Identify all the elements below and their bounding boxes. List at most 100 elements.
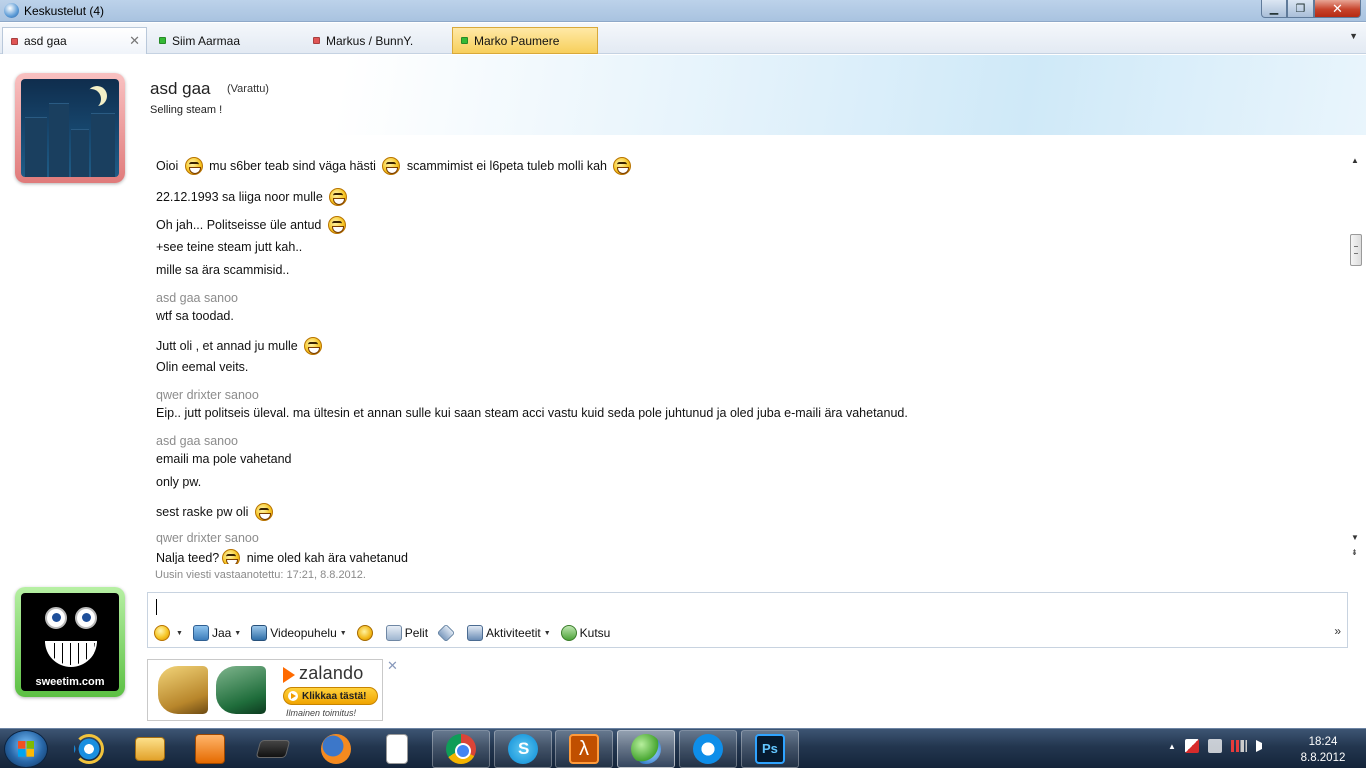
share-icon: [192, 625, 209, 641]
system-tray: ▲: [1168, 739, 1270, 753]
start-button[interactable]: [4, 730, 48, 768]
more-options-icon[interactable]: »: [1334, 624, 1341, 638]
text-caret: [156, 599, 157, 615]
taskbar-chrome-button[interactable]: [432, 730, 490, 768]
tab-asd-gaa[interactable]: asd gaa ✕: [2, 27, 147, 54]
taskbar-media-player-button[interactable]: [181, 730, 239, 768]
network-signal-icon[interactable]: [1230, 740, 1247, 752]
tab-siim-aarmaa[interactable]: Siim Aarmaa: [151, 27, 301, 54]
composer-toolbar: ▼ Jaa ▼ Videopuhelu ▼ Pelit Aktiviteetit ▼ Kutsu: [154, 623, 620, 643]
taskbar-half-life-button[interactable]: [555, 730, 613, 768]
message-text: qwer drixter sanoo: [156, 531, 259, 545]
close-ad-icon[interactable]: ✕: [387, 658, 398, 674]
folder-icon: [135, 737, 165, 761]
scroll-end-icon[interactable]: ⇟: [1351, 548, 1358, 557]
avatar-brand-text: sweetim.com: [35, 676, 105, 688]
scroll-down-arrow-icon[interactable]: ▼: [1351, 533, 1359, 542]
night-city-picture: [21, 79, 119, 177]
volume-icon[interactable]: [1255, 740, 1270, 752]
my-avatar[interactable]: sweetim.com: [15, 587, 125, 697]
toolbar-videocall-button[interactable]: Videopuhelu ▼: [251, 625, 347, 641]
conversation-scrollbar[interactable]: ▲ ▼ ⇟: [1348, 150, 1364, 564]
zalando-logo-icon: [283, 667, 295, 683]
messenger-icon: [631, 734, 661, 764]
toolbar-games-button[interactable]: Pelit: [385, 625, 428, 641]
message-line: Nalja teed? nime oled kah ära vahetanud: [156, 549, 408, 564]
message-text: 22.12.1993 sa liiga noor mulle: [156, 190, 327, 204]
tab-label: asd gaa: [24, 34, 67, 48]
message-text: scammimist ei l6peta tuleb molli kah: [403, 159, 611, 173]
contact-status: (Varattu): [227, 83, 269, 95]
smiley-face-picture: sweetim.com: [21, 593, 119, 691]
smiley-emoticon-icon: [222, 549, 241, 564]
message-text: mu s6ber teab sind väga hästi: [205, 159, 380, 173]
dropdown-arrow-icon[interactable]: ▼: [340, 630, 347, 637]
building-shape: [49, 103, 69, 177]
action-center-icon[interactable]: [1184, 739, 1199, 753]
ad-cta-button[interactable]: Klikkaa tästä!: [283, 687, 378, 705]
scroll-thumb[interactable]: [1350, 234, 1362, 266]
dropdown-arrow-icon[interactable]: ▼: [176, 630, 183, 637]
taskbar-messenger-button[interactable]: [617, 730, 675, 768]
scroll-up-arrow-icon[interactable]: ▲: [1351, 156, 1359, 165]
window-titlebar: Keskustelut (4) ▁ ❐ ✕: [0, 0, 1366, 22]
toolbar-invite-button[interactable]: Kutsu: [560, 625, 611, 641]
safely-remove-hardware-icon[interactable]: [1207, 739, 1222, 753]
close-window-button[interactable]: ✕: [1314, 0, 1361, 18]
tab-marko-paumere[interactable]: Marko Paumere: [452, 27, 598, 54]
conversation-history[interactable]: Oioi mu s6ber teab sind väga hästi scamm…: [148, 150, 1346, 564]
message-text: Nalja teed?: [156, 551, 220, 564]
clock-time: 18:24: [1308, 736, 1338, 748]
message-text: asd gaa sanoo: [156, 291, 239, 305]
taskbar-folder-button[interactable]: [121, 730, 179, 768]
message-line: Eip.. jutt politseis üleval. ma ültesin …: [156, 406, 908, 420]
taskbar-laptop-button[interactable]: [244, 730, 302, 768]
toolbar-wink-button[interactable]: [356, 625, 376, 641]
sender-line: qwer drixter sanoo: [156, 531, 259, 545]
taskbar-document-button[interactable]: [368, 730, 426, 768]
message-input[interactable]: [156, 597, 1336, 619]
message-text: Oh jah... Politseisse üle antud: [156, 218, 325, 232]
contact-avatar[interactable]: [15, 73, 125, 183]
minimize-button[interactable]: ▁: [1261, 0, 1287, 18]
smiley-emoticon-icon: [184, 157, 203, 175]
sender-line: qwer drixter sanoo: [156, 388, 259, 402]
taskbar-skype-button[interactable]: [494, 730, 552, 768]
contact-name: asd gaa: [150, 79, 211, 98]
message-line: +see teine steam jutt kah..: [156, 240, 302, 254]
clock[interactable]: 18:24 8.8.2012: [1292, 734, 1354, 766]
message-text: Olin eemal veits.: [156, 360, 249, 374]
toolbar-nudge-button[interactable]: [436, 623, 457, 643]
toolbar-label: Videopuhelu: [270, 626, 337, 640]
message-text: sest raske pw oli: [156, 505, 252, 519]
building-shape: [91, 113, 115, 177]
internet-explorer-icon: [74, 734, 104, 764]
taskbar-teamviewer-button[interactable]: [679, 730, 737, 768]
message-text: qwer drixter sanoo: [156, 388, 259, 402]
maximize-button[interactable]: ❐: [1287, 0, 1314, 18]
toolbar-label: Kutsu: [579, 626, 611, 640]
building-shape: [25, 117, 47, 177]
tab-markus-bunny[interactable]: Markus / BunnY.: [305, 27, 450, 54]
half-life-icon: [569, 734, 599, 764]
message-composer[interactable]: ▼ Jaa ▼ Videopuhelu ▼ Pelit Aktiviteetit ▼ Kutsu…: [147, 592, 1348, 648]
videocall-icon: [251, 625, 268, 641]
eye-icon: [45, 607, 67, 629]
close-tab-icon[interactable]: ✕: [129, 33, 140, 49]
zalando-ad[interactable]: zalando Klikkaa tästä! Ilmainen toimitus…: [147, 659, 383, 721]
taskbar-photoshop-button[interactable]: [741, 730, 799, 768]
message-text: nime oled kah ära vahetanud: [243, 551, 408, 564]
dropdown-arrow-icon[interactable]: ▼: [234, 630, 241, 637]
smiley-emoticon-icon: [382, 157, 401, 175]
grin-icon: [45, 641, 97, 667]
toolbar-activities-button[interactable]: Aktiviteetit ▼: [467, 625, 551, 641]
tabs-menu-chevron-icon[interactable]: ▼: [1349, 31, 1358, 41]
message-text: mille sa ära scammisid..: [156, 263, 290, 277]
taskbar-internet-explorer-button[interactable]: [60, 730, 118, 768]
toolbar-smiley-button[interactable]: ▼: [154, 625, 183, 641]
show-hidden-icons-icon[interactable]: ▲: [1168, 742, 1176, 751]
message-text: Jutt oli , et annad ju mulle: [156, 339, 302, 353]
toolbar-share-button[interactable]: Jaa ▼: [192, 625, 241, 641]
taskbar-firefox-button[interactable]: [307, 730, 365, 768]
dropdown-arrow-icon[interactable]: ▼: [544, 630, 551, 637]
